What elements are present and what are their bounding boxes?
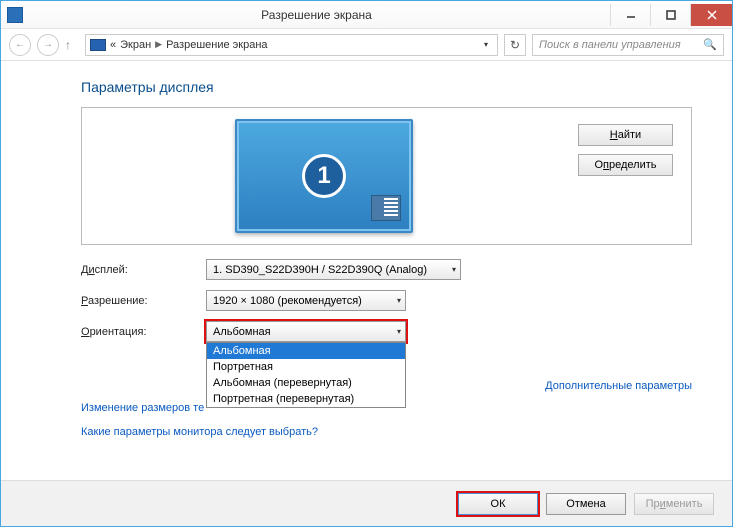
cancel-button[interactable]: Отмена: [546, 493, 626, 515]
chevron-down-icon[interactable]: ▾: [479, 40, 493, 49]
display-combo[interactable]: 1. SD390_S22D390H / S22D390Q (Analog) ▾: [206, 259, 461, 280]
find-label: айти: [618, 129, 641, 141]
toolbar: ← → ↑ « Экран ▶ Разрешение экрана ▾ ↻ По…: [1, 29, 732, 61]
content-area: Параметры дисплея 1 Найти Определить Дис…: [1, 61, 732, 448]
display-icon: [90, 39, 106, 51]
window-controls: [610, 4, 732, 26]
search-icon[interactable]: 🔍: [703, 38, 717, 51]
find-button[interactable]: Найти: [578, 124, 673, 146]
orientation-option-portrait-flipped[interactable]: Портретная (перевернутая): [207, 391, 405, 407]
refresh-button[interactable]: ↻: [504, 34, 526, 56]
forward-button[interactable]: →: [37, 34, 59, 56]
window-frame: Разрешение экрана ← → ↑ « Экран ▶ Разреш…: [0, 0, 733, 527]
app-icon: [7, 7, 23, 23]
monitor-number-badge: 1: [302, 154, 346, 198]
label-orientation: Ориентация:: [81, 326, 206, 338]
orientation-option-landscape[interactable]: Альбомная: [207, 343, 405, 359]
orientation-dropdown: Альбомная Портретная Альбомная (переверн…: [206, 342, 406, 408]
orientation-option-portrait[interactable]: Портретная: [207, 359, 405, 375]
breadcrumb-item-resolution[interactable]: Разрешение экрана: [166, 39, 267, 51]
chevron-down-icon: ▾: [397, 296, 401, 305]
monitor-preview[interactable]: 1: [235, 119, 413, 233]
resolution-value: 1920 × 1080 (рекомендуется): [213, 295, 362, 307]
orientation-combo[interactable]: Альбомная ▾: [206, 321, 406, 342]
up-icon[interactable]: ↑: [65, 38, 71, 52]
search-placeholder: Поиск в панели управления: [539, 39, 681, 51]
chevron-right-icon: ▶: [155, 39, 162, 50]
page-title: Параметры дисплея: [81, 79, 692, 95]
preview-side-buttons: Найти Определить: [578, 124, 673, 176]
maximize-button[interactable]: [650, 4, 690, 26]
dialog-footer: ОК Отмена Применить: [1, 480, 732, 526]
label-display: Дисплей:: [81, 264, 206, 276]
chevron-down-icon: ▾: [397, 327, 401, 336]
window-title: Разрешение экрана: [23, 8, 610, 22]
identify-button[interactable]: Определить: [578, 154, 673, 176]
monitor-help-link[interactable]: Какие параметры монитора следует выбрать…: [81, 426, 318, 438]
titlebar: Разрешение экрана: [1, 1, 732, 29]
label-resolution: Разрешение:: [81, 295, 206, 307]
orientation-option-landscape-flipped[interactable]: Альбомная (перевернутая): [207, 375, 405, 391]
row-resolution: Разрешение: 1920 × 1080 (рекомендуется) …: [81, 290, 692, 311]
breadcrumb[interactable]: « Экран ▶ Разрешение экрана ▾: [85, 34, 498, 56]
advanced-settings-link[interactable]: Дополнительные параметры: [545, 380, 692, 392]
chevron-down-icon: ▾: [452, 265, 456, 274]
display-value: 1. SD390_S22D390H / S22D390Q (Analog): [213, 264, 427, 276]
orientation-highlight: Альбомная ▾ Альбомная Портретная Альбомн…: [206, 321, 406, 342]
monitor-preview-wrap: 1: [100, 119, 548, 233]
breadcrumb-sep: «: [110, 39, 116, 51]
orientation-value: Альбомная: [213, 326, 271, 338]
minimize-button[interactable]: [610, 4, 650, 26]
apply-button: Применить: [634, 493, 714, 515]
row-display: Дисплей: 1. SD390_S22D390H / S22D390Q (A…: [81, 259, 692, 280]
resolution-combo[interactable]: 1920 × 1080 (рекомендуется) ▾: [206, 290, 406, 311]
breadcrumb-item-screen[interactable]: Экран: [120, 39, 151, 51]
search-input[interactable]: Поиск в панели управления 🔍: [532, 34, 724, 56]
ok-button[interactable]: ОК: [458, 493, 538, 515]
text-size-link[interactable]: Изменение размеров те: [81, 402, 204, 414]
row-orientation: Ориентация: Альбомная ▾ Альбомная Портре…: [81, 321, 692, 342]
display-preview-box: 1 Найти Определить: [81, 107, 692, 245]
monitor-calc-icon: [371, 195, 401, 221]
back-button[interactable]: ←: [9, 34, 31, 56]
close-button[interactable]: [690, 4, 732, 26]
